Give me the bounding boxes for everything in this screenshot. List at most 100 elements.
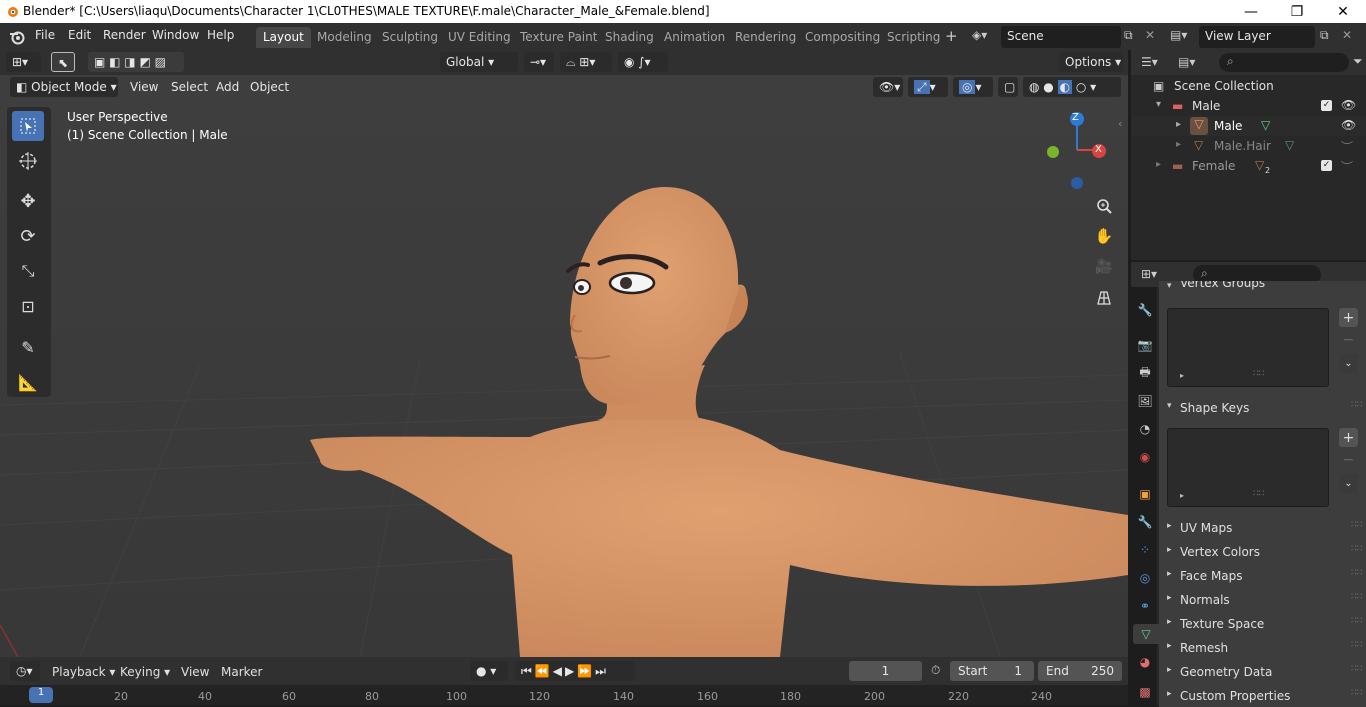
maximize-button[interactable]: ❐ [1274,0,1320,23]
view-layer-remove-icon[interactable]: ✕ [1342,28,1352,42]
timeline-menu-playback[interactable]: Playback ▾ [52,665,115,679]
end-frame-field[interactable]: End 250 [1038,661,1122,681]
vertex-groups-header[interactable]: ▾ Vertex Groups [1159,281,1366,295]
mode-dropdown[interactable]: ◧ Object Mode ▾ [10,77,118,97]
tab-animation[interactable]: Animation [657,27,732,48]
shading-mode-icons[interactable]: ◍ ● ◐ ○ ▾ [1023,77,1121,97]
add-workspace-icon[interactable]: + [945,27,958,45]
mesh-data-tab-icon[interactable]: ▽ [1133,624,1159,644]
vertex-group-remove-button[interactable]: − [1339,330,1358,349]
close-button[interactable]: ✕ [1320,0,1366,23]
view-layer-field[interactable]: View Layer [1199,26,1315,48]
material-tab-icon[interactable]: ◕ [1135,652,1155,672]
view-layer-copy-icon[interactable]: ⧉ [1320,28,1329,43]
physics-tab-icon[interactable]: ◎ [1135,568,1155,588]
scale-tool-icon[interactable]: ⤡ [12,256,44,286]
eye-hidden-icon[interactable]: ︶ [1341,138,1353,155]
cursor-tool-icon[interactable] [12,146,44,176]
tab-rendering[interactable]: Rendering [728,27,803,48]
object-tab-icon[interactable]: ▣ [1135,484,1155,504]
tool-tab-icon[interactable]: 🔧 [1135,300,1155,320]
panel-drag-grip[interactable]: ∷∷ [1351,400,1362,410]
editor-type-icon[interactable]: ⊞▾ [6,52,41,72]
timeline-editor-type-icon[interactable]: ◷▾ [10,661,40,681]
3d-viewport[interactable]: User Perspective (1) Scene Collection | … [0,75,1128,657]
auto-keying-icon[interactable]: ● ▾ [470,661,508,681]
xray-icon[interactable]: ▢ [998,77,1018,97]
timeline-menu-view[interactable]: View [181,665,209,679]
annotate-tool-icon[interactable]: ✎ [12,332,44,362]
panel-drag-grip[interactable]: ∷∷ [1351,568,1362,578]
measure-tool-icon[interactable]: 📐 [12,367,44,397]
ortho-grid-icon[interactable] [1093,287,1115,309]
constraints-tab-icon[interactable]: ⚭ [1135,596,1155,616]
gizmo-toggle-icon[interactable]: ⤢ ▾ [908,77,948,97]
scene-remove-icon[interactable]: ✕ [1145,28,1155,42]
shape-keys-header[interactable]: ▾ Shape Keys ∷∷ [1159,397,1366,419]
snap-icon[interactable]: ⌓ ⊞▾ [560,52,612,72]
move-tool-icon[interactable]: ✥ [12,186,44,216]
menu-file[interactable]: File [35,28,55,42]
eye-icon[interactable]: 👁 [1341,118,1356,132]
geometry-data-header[interactable]: ▸ Geometry Data ∷∷ [1159,661,1366,683]
remesh-header[interactable]: ▸ Remesh ∷∷ [1159,637,1366,659]
expand-arrow-icon[interactable]: ▾ [1156,99,1161,110]
outliner-editor-type-icon[interactable]: ☰▾ [1141,55,1158,69]
transform-tool-icon[interactable]: ⊡ [12,291,44,321]
face-maps-header[interactable]: ▸ Face Maps ∷∷ [1159,565,1366,587]
outliner-row-male-mesh[interactable]: ▸ ▽ Male ▽ 👁 [1131,116,1366,136]
panel-drag-grip[interactable]: ∷∷ [1351,640,1362,650]
zoom-icon[interactable] [1093,195,1115,217]
current-frame-field[interactable]: 1 [849,661,922,681]
list-expand-icon[interactable]: ▸ [1180,371,1184,380]
tab-compositing[interactable]: Compositing [798,27,887,48]
tab-modeling[interactable]: Modeling [310,27,379,48]
uv-maps-header[interactable]: ▸ UV Maps ∷∷ [1159,517,1366,539]
vertex-groups-list[interactable]: ▸ ∷∷ [1167,308,1329,387]
camera-view-icon[interactable]: 🎥 [1093,256,1115,278]
modifier-tab-icon[interactable]: 🔧 [1135,512,1155,532]
texture-tab-icon[interactable]: ▩ [1135,682,1155,702]
shape-key-specials-button[interactable]: ⌄ [1339,474,1358,493]
tab-layout[interactable]: Layout [256,27,311,48]
visibility-icon[interactable]: 👁▾ [873,77,903,97]
texture-space-header[interactable]: ▸ Texture Space ∷∷ [1159,613,1366,635]
orientation-dropdown[interactable]: Global ▾ [440,52,518,72]
proportional-edit-icon[interactable]: ◉ ∫▾ [618,52,668,72]
expand-arrow-icon[interactable]: ▸ [1156,159,1161,170]
preview-range-icon[interactable]: ⏱ [931,663,940,678]
vertex-group-specials-button[interactable]: ⌄ [1339,354,1358,373]
custom-properties-header[interactable]: ▸ Custom Properties ∷∷ [1159,685,1366,707]
shape-key-add-button[interactable]: + [1339,428,1358,447]
viewport-menu-object[interactable]: Object [244,77,295,97]
normals-header[interactable]: ▸ Normals ∷∷ [1159,589,1366,611]
panel-drag-grip[interactable]: ∷∷ [1351,544,1362,554]
select-tool-icon[interactable]: ⬉ [51,52,75,72]
start-frame-field[interactable]: Start 1 [950,661,1034,681]
tab-scripting[interactable]: Scripting [880,27,947,48]
shape-keys-list[interactable]: ▸ ∷∷ [1167,428,1329,507]
list-resize-grip[interactable]: ∷∷ [1253,489,1264,499]
tab-texture-paint[interactable]: Texture Paint [513,27,604,48]
exclude-checkbox[interactable]: ✓ [1321,100,1332,111]
timeline-menu-marker[interactable]: Marker [221,665,262,679]
outliner-row-male-hair[interactable]: ▸ ▽ Male.Hair ▽ ︶ [1131,136,1366,156]
view-layer-browse-icon[interactable]: ▤▾ [1170,28,1187,42]
panel-drag-grip[interactable]: ∷∷ [1351,664,1362,674]
eye-icon[interactable]: 👁 [1341,98,1356,112]
properties-editor-type-icon[interactable]: ⊞▾ [1141,267,1157,281]
eye-hidden-icon[interactable]: ︶ [1341,158,1353,175]
output-tab-icon[interactable]: 🖶 [1135,363,1155,383]
shape-key-remove-button[interactable]: − [1339,450,1358,469]
panel-drag-grip[interactable]: ∷∷ [1351,520,1362,530]
playback-controls[interactable]: ⏮⏪◀▶⏩⏭ [515,661,635,681]
menu-render[interactable]: Render [103,28,146,42]
navigation-gizmo[interactable] [1040,110,1120,190]
pivot-point-icon[interactable]: ⊸▾ [524,52,554,72]
outliner-search-input[interactable]: ⌕ [1219,53,1349,72]
menu-window[interactable]: Window [152,28,199,42]
tab-sculpting[interactable]: Sculpting [375,27,445,48]
outliner-display-mode-icon[interactable]: ▤▾ [1178,55,1195,69]
render-tab-icon[interactable]: 📷 [1135,335,1155,355]
minimize-button[interactable]: — [1228,0,1274,23]
